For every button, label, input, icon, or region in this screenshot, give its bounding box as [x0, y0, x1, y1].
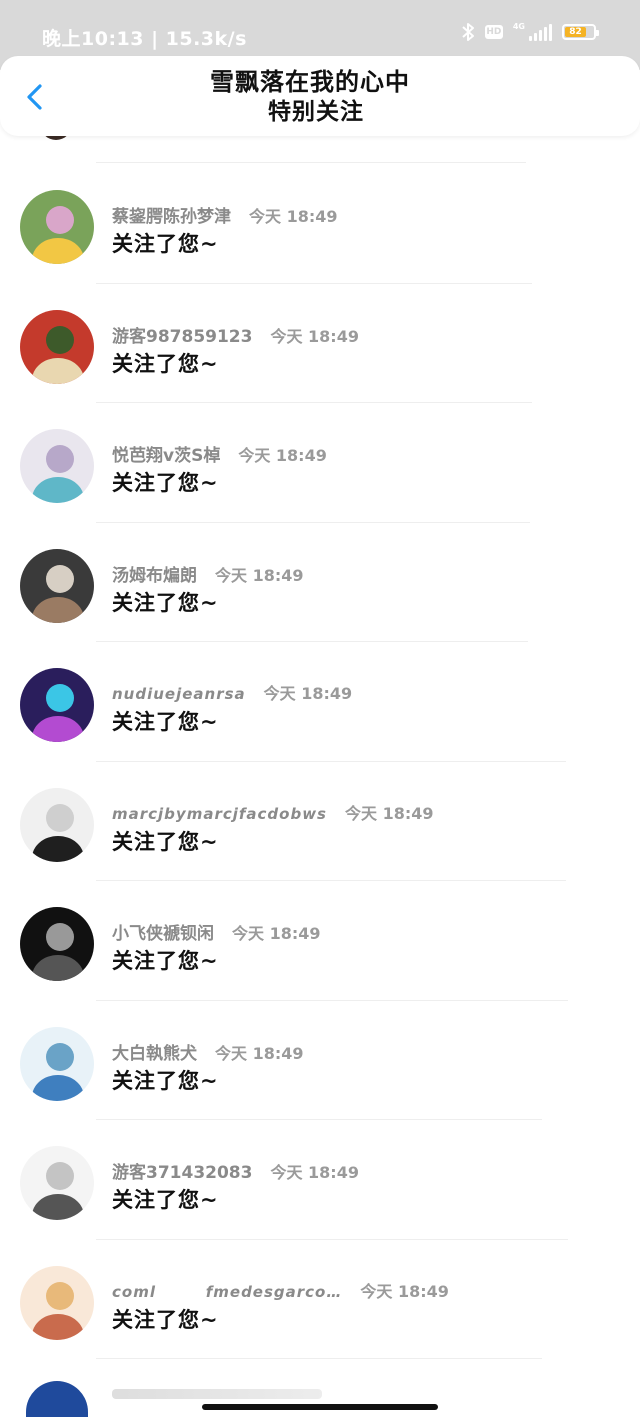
follower-meta: nudiuejeanrsa 今天 18:49 — [112, 680, 352, 704]
follow-time: 今天 18:49 — [360, 1281, 449, 1301]
list-item[interactable]: coml fmedesgarco… 今天 18:49 关注了您~ — [0, 1240, 640, 1359]
follower-name[interactable]: nudiuejeanrsa — [112, 685, 246, 703]
follower-meta: 游客371432083 今天 18:49 — [112, 1158, 359, 1183]
avatar[interactable] — [20, 907, 94, 981]
follower-meta: 悦芭翔v茨S棹 今天 18:49 — [112, 441, 327, 466]
follower-meta: 汤姆布煸朗 今天 18:49 — [112, 561, 304, 586]
follow-action-text: 关注了您~ — [112, 232, 219, 256]
avatar[interactable] — [20, 548, 94, 623]
avatar[interactable] — [20, 1026, 94, 1101]
list-item[interactable]: nudiuejeanrsa 今天 18:49 关注了您~ — [0, 642, 640, 761]
follow-time: 今天 18:49 — [345, 803, 434, 823]
follow-time: 今天 18:49 — [263, 684, 353, 703]
page-subtitle: 特别关注 — [268, 99, 364, 125]
avatar[interactable] — [20, 787, 94, 862]
follower-name[interactable]: 悦芭翔v茨S棹 — [112, 446, 220, 466]
follower-name[interactable]: 蔡鋆腭陈孙梦津 — [112, 207, 231, 227]
follow-time: 今天 18:49 — [270, 1163, 359, 1182]
follow-time: 今天 18:49 — [215, 565, 304, 585]
follower-meta: marcjbymarcjfacdobws 今天 18:49 — [112, 800, 434, 824]
avatar — [26, 1381, 88, 1417]
follow-action-text: 关注了您~ — [112, 949, 219, 973]
follow-time: 今天 18:49 — [249, 207, 338, 226]
follow-time: 今天 18:49 — [232, 924, 321, 943]
follower-name[interactable]: 小飞侠褫钡闲 — [112, 924, 214, 944]
follower-meta: 游客987859123 今天 18:49 — [112, 322, 359, 347]
follower-name[interactable]: coml fmedesgarco… — [112, 1283, 342, 1301]
avatar[interactable] — [20, 1146, 94, 1220]
bluetooth-icon — [461, 22, 475, 42]
follower-meta: 小飞侠褫钡闲 今天 18:49 — [112, 919, 321, 944]
list-item[interactable]: 悦芭翔v茨S棹 今天 18:49 关注了您~ — [0, 403, 640, 522]
avatar[interactable] — [20, 190, 94, 264]
list-item[interactable]: marcjbymarcjfacdobws 今天 18:49 关注了您~ — [0, 762, 640, 881]
follower-name[interactable]: 游客987859123 — [112, 327, 252, 347]
signal-icon: 4G — [513, 23, 552, 41]
avatar[interactable] — [20, 1265, 94, 1340]
follow-time: 今天 18:49 — [238, 446, 327, 465]
follower-meta: 蔡鋆腭陈孙梦津 今天 18:49 — [112, 202, 338, 227]
page-header: 雪飘落在我的心中 特别关注 — [0, 56, 640, 136]
hd-badge: HD — [484, 25, 503, 39]
list-item[interactable]: 大白執熊犬 今天 18:49 关注了您~ — [0, 1001, 640, 1120]
list-item[interactable]: 小飞侠褫钡闲 今天 18:49 关注了您~ — [0, 881, 640, 1000]
follow-action-text: 关注了您~ — [112, 1307, 219, 1332]
follower-meta: coml fmedesgarco… 今天 18:49 — [112, 1278, 449, 1302]
list-item[interactable]: 汤姆布煸朗 今天 18:49 关注了您~ — [0, 523, 640, 642]
follow-action-text: 关注了您~ — [112, 471, 219, 495]
battery-icon: 82 — [562, 24, 599, 40]
chevron-left-icon — [27, 84, 42, 110]
home-indicator[interactable] — [202, 1404, 438, 1410]
follow-action-text: 关注了您~ — [112, 590, 219, 615]
list-item[interactable] — [0, 1355, 640, 1422]
follower-name[interactable]: 游客371432083 — [112, 1163, 252, 1183]
network-type: 4G — [512, 22, 525, 31]
list-item[interactable]: 蔡鋆腭陈孙梦津 今天 18:49 关注了您~ — [0, 164, 640, 283]
follower-name[interactable]: marcjbymarcjfacdobws — [112, 805, 327, 823]
battery-level: 82 — [565, 27, 586, 37]
follower-name[interactable]: 汤姆布煸朗 — [112, 566, 197, 586]
follow-time: 今天 18:49 — [270, 326, 359, 346]
name-placeholder — [112, 1389, 322, 1399]
list-item[interactable]: 游客987859123 今天 18:49 关注了您~ — [0, 284, 640, 403]
avatar[interactable] — [20, 668, 94, 742]
follow-action-text: 关注了您~ — [112, 829, 219, 854]
avatar[interactable] — [20, 309, 94, 384]
follow-action-text: 关注了您~ — [112, 1068, 219, 1093]
follow-action-text: 关注了您~ — [112, 710, 219, 734]
follower-name[interactable]: 大白執熊犬 — [112, 1044, 197, 1064]
row-divider — [96, 162, 526, 163]
follow-action-text: 关注了您~ — [112, 351, 219, 376]
follow-action-text: 关注了您~ — [112, 1188, 219, 1212]
follower-meta: 大白執熊犬 今天 18:49 — [112, 1039, 304, 1064]
follow-time: 今天 18:49 — [215, 1043, 304, 1063]
status-time-speed: 晚上10:13 | 15.3k/s — [42, 28, 247, 50]
status-icons: HD 4G 82 — [461, 22, 599, 42]
list-item[interactable]: 游客371432083 今天 18:49 关注了您~ — [0, 1120, 640, 1239]
avatar[interactable] — [20, 429, 94, 503]
back-button[interactable] — [18, 80, 52, 114]
